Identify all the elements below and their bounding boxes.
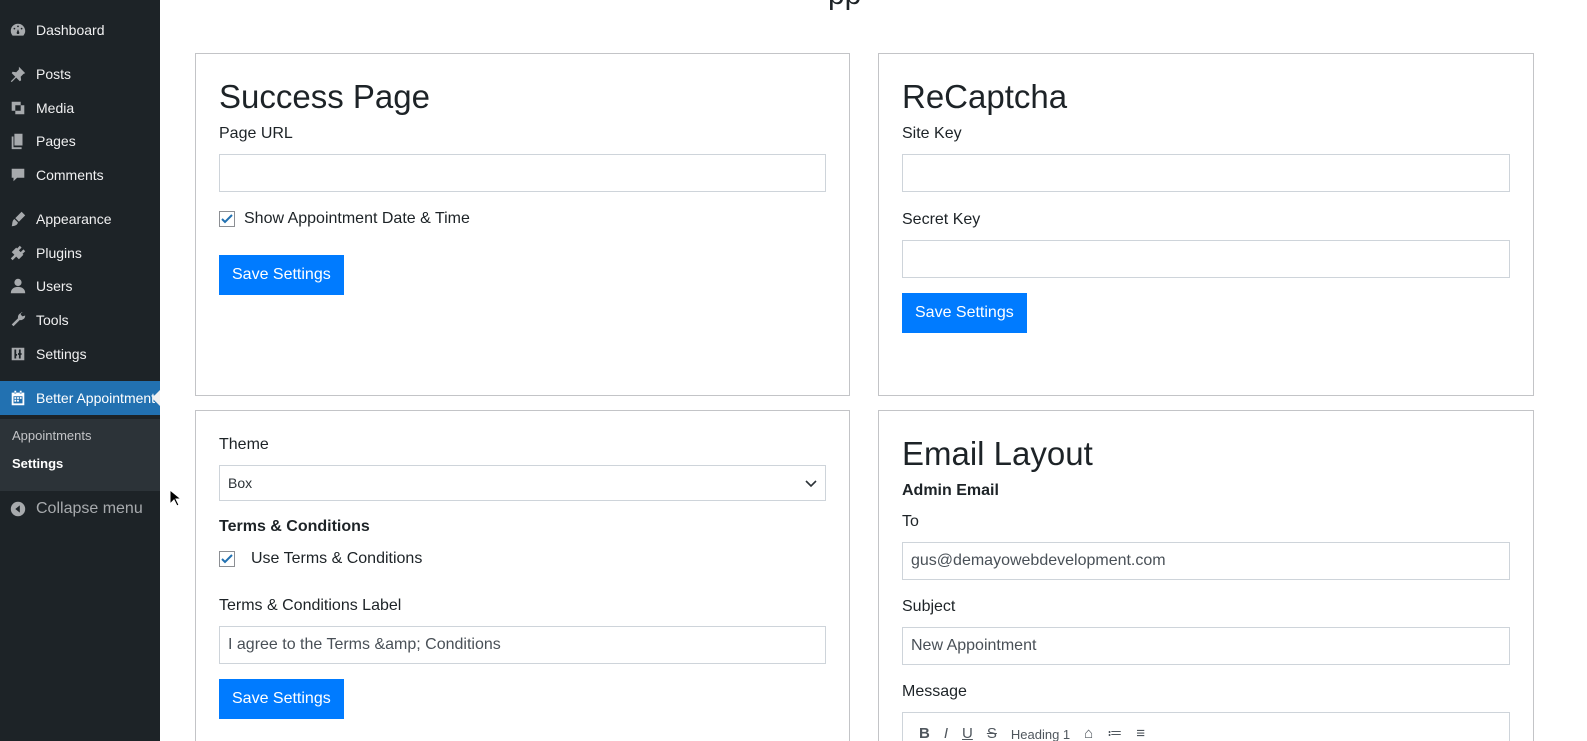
use-terms-label: Use Terms & Conditions bbox=[251, 550, 423, 567]
dashboard-icon bbox=[0, 21, 36, 39]
sidebar-item-label: Dashboard bbox=[36, 22, 105, 38]
sidebar-item-label: Users bbox=[36, 278, 73, 294]
page-title: pp bbox=[828, 0, 861, 12]
sidebar-item-label: Pages bbox=[36, 133, 76, 149]
main-content: pp Success Page Page URL Show Appointmen… bbox=[160, 0, 1587, 741]
collapse-arrow-icon bbox=[0, 500, 36, 518]
sidebar-item-label: Media bbox=[36, 100, 75, 116]
brush-icon bbox=[0, 210, 36, 228]
sidebar-item-pages[interactable]: Pages bbox=[0, 124, 160, 158]
panel-title: Email Layout bbox=[902, 435, 1093, 472]
admin-sidebar: Dashboard Posts Media Pages Comments App… bbox=[0, 0, 160, 741]
theme-select[interactable]: Box bbox=[219, 465, 826, 501]
sidebar-item-label: Appearance bbox=[36, 211, 112, 227]
bold-button[interactable]: B bbox=[919, 725, 930, 741]
terms-label-label: Terms & Conditions Label bbox=[219, 597, 402, 614]
heading-select[interactable]: Heading 1 bbox=[1011, 727, 1070, 741]
sidebar-item-dashboard[interactable]: Dashboard bbox=[0, 13, 160, 47]
sidebar-item-users[interactable]: Users bbox=[0, 269, 160, 303]
link-icon[interactable]: ⌂ bbox=[1084, 725, 1093, 741]
sidebar-item-label: Tools bbox=[36, 312, 69, 328]
plugin-icon bbox=[0, 244, 36, 262]
sidebar-item-posts[interactable]: Posts bbox=[0, 57, 160, 91]
sidebar-item-media[interactable]: Media bbox=[0, 91, 160, 125]
to-label: To bbox=[902, 513, 919, 530]
email-layout-panel: Email Layout Admin Email To Subject Mess… bbox=[878, 410, 1534, 741]
secret-key-input[interactable] bbox=[902, 240, 1510, 278]
terms-label-input[interactable] bbox=[219, 626, 826, 664]
theme-selected-value: Box bbox=[228, 475, 253, 491]
sidebar-item-plugins[interactable]: Plugins bbox=[0, 236, 160, 270]
sidebar-item-label: Comments bbox=[36, 167, 104, 183]
subject-input[interactable] bbox=[902, 627, 1510, 665]
wrench-icon bbox=[0, 311, 36, 329]
sidebar-item-comments[interactable]: Comments bbox=[0, 158, 160, 192]
strikethrough-button[interactable]: S bbox=[987, 725, 997, 741]
save-settings-button[interactable]: Save Settings bbox=[902, 293, 1027, 333]
recaptcha-panel: ReCaptcha Site Key Secret Key Save Setti… bbox=[878, 53, 1534, 396]
sidebar-item-label: Settings bbox=[36, 346, 87, 362]
chevron-down-icon bbox=[805, 475, 817, 491]
use-terms-checkbox[interactable]: Use Terms & Conditions bbox=[219, 550, 422, 568]
media-icon bbox=[0, 99, 36, 117]
sidebar-item-tools[interactable]: Tools bbox=[0, 303, 160, 337]
collapse-label: Collapse menu bbox=[36, 500, 143, 517]
checkbox-checked-icon[interactable] bbox=[219, 551, 235, 567]
show-datetime-label: Show Appointment Date & Time bbox=[244, 210, 470, 227]
site-key-input[interactable] bbox=[902, 154, 1510, 192]
message-editor-toolbar: B I U S Heading 1 ⌂ ≔ ≡ bbox=[902, 712, 1510, 741]
pages-icon bbox=[0, 132, 36, 150]
sidebar-item-settings[interactable]: Settings bbox=[0, 337, 160, 371]
italic-button[interactable]: I bbox=[944, 725, 948, 741]
save-settings-button[interactable]: Save Settings bbox=[219, 679, 344, 719]
submenu-item-appointments[interactable]: Appointments bbox=[12, 428, 92, 443]
subject-label: Subject bbox=[902, 598, 956, 615]
show-datetime-checkbox[interactable]: Show Appointment Date & Time bbox=[219, 210, 470, 228]
pushpin-icon bbox=[0, 65, 36, 83]
mouse-cursor-icon bbox=[169, 489, 181, 507]
submenu-item-settings[interactable]: Settings bbox=[12, 456, 63, 471]
sidebar-item-appearance[interactable]: Appearance bbox=[0, 202, 160, 236]
underline-button[interactable]: U bbox=[962, 725, 973, 741]
collapse-menu-button[interactable]: Collapse menu bbox=[0, 492, 160, 526]
sidebar-item-label: Posts bbox=[36, 66, 72, 82]
user-icon bbox=[0, 277, 36, 295]
sidebar-item-label: Plugins bbox=[36, 245, 82, 261]
panel-title: ReCaptcha bbox=[902, 78, 1068, 115]
message-label: Message bbox=[902, 683, 967, 700]
admin-email-heading: Admin Email bbox=[902, 482, 999, 499]
ordered-list-icon[interactable]: ≔ bbox=[1107, 724, 1122, 741]
save-settings-button[interactable]: Save Settings bbox=[219, 255, 344, 295]
page-url-input[interactable] bbox=[219, 154, 826, 192]
to-input[interactable] bbox=[902, 542, 1510, 580]
success-page-panel: Success Page Page URL Show Appointment D… bbox=[195, 53, 850, 396]
sidebar-item-label: Better Appointments bbox=[36, 390, 156, 406]
calendar-icon bbox=[0, 389, 36, 407]
terms-heading: Terms & Conditions bbox=[219, 518, 370, 535]
comment-icon bbox=[0, 166, 36, 184]
theme-label: Theme bbox=[219, 436, 269, 453]
secret-key-label: Secret Key bbox=[902, 211, 981, 228]
settings-icon bbox=[0, 345, 36, 363]
page-url-label: Page URL bbox=[219, 125, 293, 142]
checkbox-checked-icon[interactable] bbox=[219, 211, 235, 227]
panel-title: Success Page bbox=[219, 78, 430, 115]
theme-terms-panel: Theme Box Terms & Conditions Use Terms &… bbox=[195, 410, 850, 741]
sidebar-item-better-appointments[interactable]: Better Appointments bbox=[0, 381, 160, 415]
site-key-label: Site Key bbox=[902, 125, 962, 142]
unordered-list-icon[interactable]: ≡ bbox=[1136, 725, 1145, 741]
sidebar-submenu: Appointments Settings bbox=[0, 419, 160, 491]
